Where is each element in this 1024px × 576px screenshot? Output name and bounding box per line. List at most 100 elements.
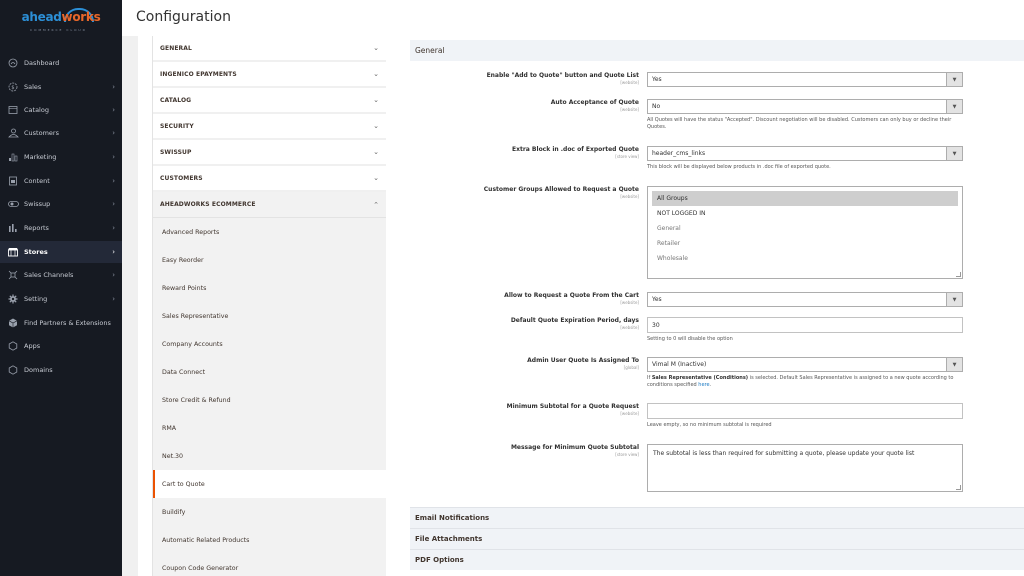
customer-group-option[interactable]: Retailer (652, 236, 958, 251)
config-tab-label: CATALOG (160, 96, 192, 104)
auto-acceptance-select[interactable]: No ▼ (647, 99, 963, 114)
nav-item-label: Catalog (24, 106, 49, 114)
subtab-reward-points[interactable]: Reward Points (153, 274, 386, 302)
customer-group-option[interactable]: All Groups (652, 191, 958, 206)
stores-icon (7, 246, 19, 258)
extra-block-select[interactable]: header_cms_links ▼ (647, 146, 963, 161)
aheadworks-subtabs: Advanced Reports Easy Reorder Reward Point… (153, 218, 386, 576)
nav-item-setting[interactable]: Setting › (0, 288, 122, 310)
subtab-cart-to-quote[interactable]: Cart to Quote (153, 470, 386, 498)
auto-acceptance-note: All Quotes will have the status "Accepte… (647, 117, 952, 130)
nav-item-label: Stores (24, 248, 48, 256)
nav-item-swissup[interactable]: Swissup › (0, 193, 122, 215)
chevron-up-icon: ⌃ (373, 200, 379, 209)
nav-item-find-partners-extensions[interactable]: Find Partners & Extensions (0, 312, 122, 334)
subtab-automatic-related-products[interactable]: Automatic Related Products (153, 526, 386, 554)
catalog-icon (7, 104, 19, 116)
nav-item-label: Find Partners & Extensions (24, 319, 111, 327)
scope-label: [website] (620, 411, 639, 416)
customer-group-option[interactable]: Wholesale (652, 251, 958, 266)
hexagon-icon (7, 364, 19, 376)
subtab-coupon-code-generator[interactable]: Coupon Code Generator (153, 554, 386, 576)
scope-label: [website] (620, 194, 639, 199)
customer-groups-multiselect[interactable]: All Groups NOT LOGGED IN General Retailer Wh… (647, 186, 963, 279)
subtab-buildify[interactable]: Buildify (153, 498, 386, 526)
nav-item-label: Swissup (24, 200, 51, 208)
nav-item-apps[interactable]: Apps (0, 335, 122, 357)
minimum-subtotal-input[interactable] (647, 403, 963, 419)
nav-item-dashboard[interactable]: Dashboard (0, 52, 122, 74)
chevron-down-icon: ⌄ (373, 44, 379, 52)
expiration-period-input[interactable]: 30 (647, 317, 963, 333)
scope-label: [store view] (615, 452, 639, 457)
nav-item-domains[interactable]: Domains (0, 359, 122, 381)
nav-item-customers[interactable]: Customers › (0, 122, 122, 144)
admin-user-select[interactable]: Vimal M (Inactive) ▼ (647, 357, 963, 372)
section-header-general[interactable]: General (410, 40, 1024, 61)
hexagon-icon (7, 340, 19, 352)
subtab-advanced-reports[interactable]: Advanced Reports (153, 218, 386, 246)
nav-item-sales[interactable]: $ Sales › (0, 76, 122, 98)
config-tab-catalog[interactable]: CATALOG ⌄ (153, 88, 386, 114)
minimum-subtotal-message-textarea[interactable]: The subtotal is less than required for s… (647, 444, 963, 492)
request-from-cart-select[interactable]: Yes ▼ (647, 292, 963, 307)
nav-item-content[interactable]: Content › (0, 170, 122, 192)
dashboard-icon (7, 57, 19, 69)
dropdown-arrow-icon: ▼ (946, 358, 962, 371)
subtab-company-accounts[interactable]: Company Accounts (153, 330, 386, 358)
field-label: Message for Minimum Quote Subtotal (510, 444, 639, 451)
nav-item-label: Marketing (24, 153, 57, 161)
chevron-down-icon: ⌄ (373, 96, 379, 104)
config-tab-security[interactable]: SECURITY ⌄ (153, 114, 386, 140)
customer-group-option[interactable]: NOT LOGGED IN (652, 206, 958, 221)
nav-item-sales-channels[interactable]: Sales Channels › (0, 264, 122, 286)
section-header-email-notifications[interactable]: Email Notifications (410, 507, 1024, 528)
subtab-net-30[interactable]: Net.30 (153, 442, 386, 470)
field-label: Enable "Add to Quote" button and Quote L… (486, 72, 639, 79)
subtab-store-credit-refund[interactable]: Store Credit & Refund (153, 386, 386, 414)
config-tabs: GENERAL ⌄ INGENICO EPAYMENTS ⌄ CATALOG ⌄ SECUR… (152, 36, 386, 576)
nav-item-label: Apps (24, 342, 41, 350)
chevron-right-icon: › (112, 248, 115, 256)
subtab-rma[interactable]: RMA (153, 414, 386, 442)
chevron-right-icon: › (112, 83, 115, 91)
subtab-sales-representative[interactable]: Sales Representative (153, 302, 386, 330)
subtab-easy-reorder[interactable]: Easy Reorder (153, 246, 386, 274)
config-tab-customers[interactable]: CUSTOMERS ⌄ (153, 166, 386, 192)
logo[interactable]: aheadworks COMMERCE CLOUD (0, 6, 122, 36)
nav-item-stores[interactable]: Stores › (0, 241, 122, 263)
marketing-icon (7, 151, 19, 163)
nav-item-label: Customers (24, 129, 59, 137)
nav-item-marketing[interactable]: Marketing › (0, 146, 122, 168)
config-tab-label: CUSTOMERS (160, 174, 203, 182)
config-tab-ingenico-epayments[interactable]: INGENICO EPAYMENTS ⌄ (153, 62, 386, 88)
logo-text-works: works (61, 10, 101, 24)
scope-label: [store view] (615, 154, 639, 159)
scope-label: [global] (623, 365, 639, 370)
chevron-down-icon: ⌄ (373, 122, 379, 130)
config-tab-general[interactable]: GENERAL ⌄ (153, 36, 386, 62)
scope-label: [website] (620, 325, 639, 330)
minimum-subtotal-note: Leave empty, so no minimum subtotal is r… (647, 422, 772, 428)
customer-group-option[interactable]: General (652, 221, 958, 236)
config-tab-aheadworks-ecommerce[interactable]: AHEADWORKS ECOMMERCE ⌃ (153, 192, 386, 218)
resize-grip-icon[interactable] (956, 272, 961, 277)
chevron-right-icon: › (112, 129, 115, 137)
config-tab-swissup[interactable]: SWISSUP ⌄ (153, 140, 386, 166)
chevron-right-icon: › (112, 224, 115, 232)
section-header-file-attachments[interactable]: File Attachments (410, 528, 1024, 549)
enable-add-to-quote-select[interactable]: Yes ▼ (647, 72, 963, 87)
extensions-icon (7, 317, 19, 329)
dropdown-arrow-icon: ▼ (946, 73, 962, 86)
nav-item-catalog[interactable]: Catalog › (0, 99, 122, 121)
field-label: Minimum Subtotal for a Quote Request (506, 403, 639, 410)
swissup-icon (7, 198, 19, 210)
dropdown-arrow-icon: ▼ (946, 100, 962, 113)
field-label: Customer Groups Allowed to Request a Quo… (483, 186, 639, 193)
resize-grip-icon[interactable] (956, 485, 961, 490)
nav-item-label: Dashboard (24, 59, 60, 67)
nav-item-reports[interactable]: Reports › (0, 217, 122, 239)
subtab-data-connect[interactable]: Data Connect (153, 358, 386, 386)
section-header-pdf-options[interactable]: PDF Options (410, 549, 1024, 570)
here-link[interactable]: here (698, 382, 709, 388)
